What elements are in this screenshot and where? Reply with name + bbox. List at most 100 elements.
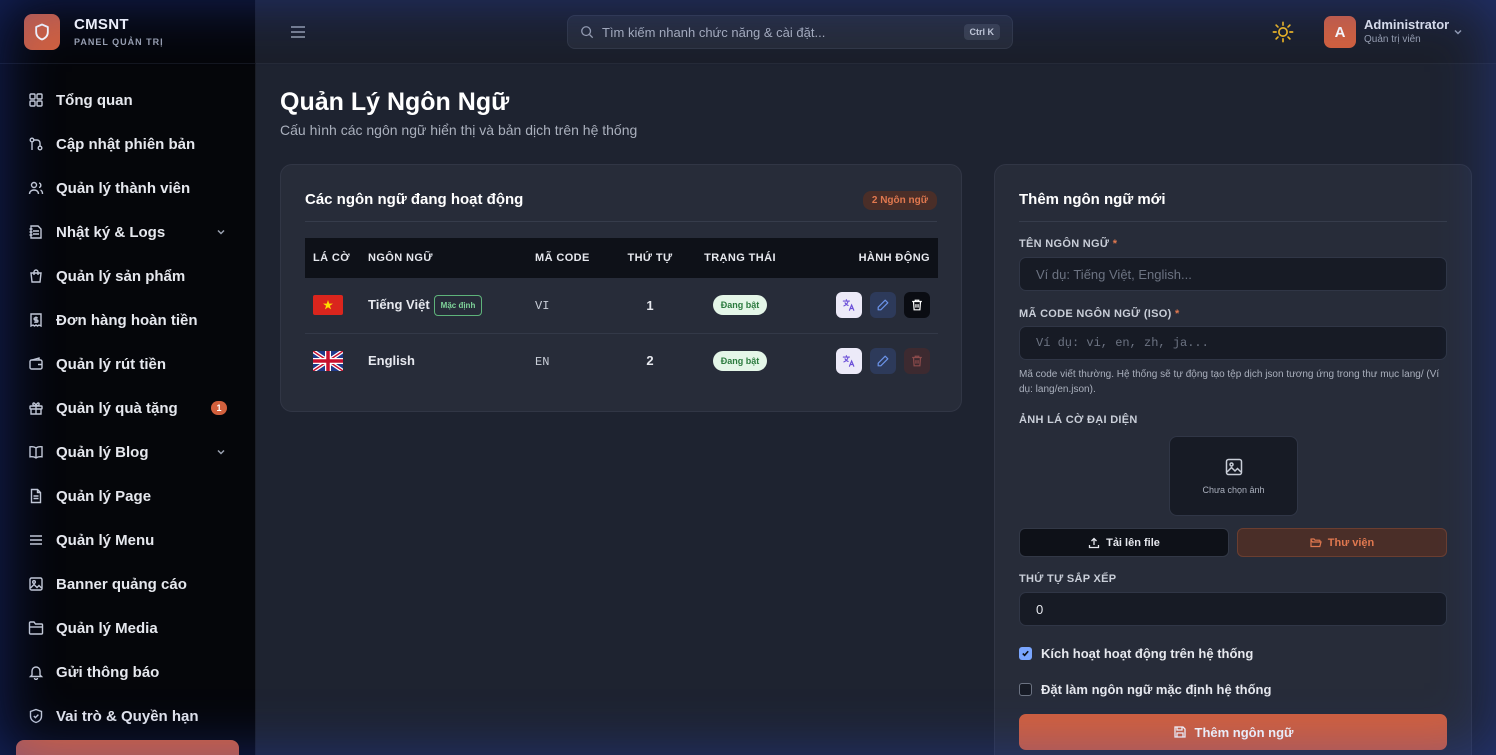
translate-button[interactable]: [836, 347, 862, 374]
sidebar-item-members[interactable]: Quản lý thành viên: [0, 166, 255, 210]
language-code: EN: [535, 354, 550, 369]
user-role: Quản trị viên: [1364, 34, 1421, 45]
pencil-icon: [877, 299, 889, 311]
search-placeholder: Tìm kiếm nhanh chức năng & cài đặt...: [602, 24, 826, 40]
order-input[interactable]: [1019, 592, 1447, 626]
wallet-icon: [29, 357, 43, 370]
sidebar-item-update[interactable]: Cập nhật phiên bản: [0, 122, 255, 166]
flag-preview[interactable]: Chưa chọn ảnh: [1169, 436, 1298, 516]
divider: [1019, 221, 1447, 222]
gift-icon: [29, 402, 43, 415]
sidebar-item-label: Banner quảng cáo: [56, 575, 187, 593]
sidebar-item-notify[interactable]: Gửi thông báo: [0, 650, 255, 694]
topbar: Tìm kiếm nhanh chức năng & cài đặt... Ct…: [256, 0, 1496, 64]
table-row: English EN 2 Đang bật: [305, 333, 938, 388]
default-checkbox-row[interactable]: Đặt làm ngôn ngữ mặc định hệ thống: [1019, 682, 1271, 697]
menu-icon: [30, 535, 42, 545]
form-title: Thêm ngôn ngữ mới: [1019, 191, 1166, 208]
search-shortcut: Ctrl K: [963, 24, 1000, 40]
brand-logo-shield-icon: [24, 13, 60, 50]
hamburger-icon[interactable]: [290, 24, 306, 40]
activate-checkbox[interactable]: [1019, 647, 1032, 660]
activate-checkbox-row[interactable]: Kích hoạt hoạt động trên hệ thống: [1019, 646, 1253, 661]
sidebar-item-overview[interactable]: Tổng quan: [0, 78, 255, 122]
code-label: MÃ CODE NGÔN NGỮ (ISO) *: [1019, 308, 1180, 320]
sidebar-item-withdraw[interactable]: Quản lý rút tiền: [0, 342, 255, 386]
library-label: Thư viện: [1327, 536, 1375, 549]
language-code-input[interactable]: [1019, 326, 1447, 360]
brand[interactable]: CMSNT PANEL QUẢN TRỊ: [0, 0, 255, 64]
language-order: 1: [646, 297, 654, 313]
check-icon: [1022, 650, 1029, 657]
language-count-badge: 2 Ngôn ngữ: [862, 191, 937, 210]
book-icon: [29, 445, 43, 459]
sidebar-item-logs[interactable]: Nhật ký & Logs: [0, 210, 255, 254]
brand-subtitle: PANEL QUẢN TRỊ: [74, 37, 164, 47]
sidebar-item-products[interactable]: Quản lý sản phẩm: [0, 254, 255, 298]
sidebar-item-blog[interactable]: Quản lý Blog: [0, 430, 255, 474]
sidebar-item-active[interactable]: [16, 740, 239, 755]
code-label-text: MÃ CODE NGÔN NGỮ (ISO): [1019, 308, 1172, 320]
search-bar[interactable]: Tìm kiếm nhanh chức năng & cài đặt... Ct…: [567, 15, 1013, 49]
edit-button[interactable]: [870, 347, 896, 374]
language-name: English: [368, 353, 415, 369]
sun-icon[interactable]: [1272, 21, 1294, 43]
sidebar-item-banner[interactable]: Banner quảng cáo: [0, 562, 255, 606]
page-title: Quản Lý Ngôn Ngữ: [280, 88, 510, 116]
delete-button[interactable]: [904, 292, 930, 319]
upload-file-button[interactable]: Tải lên file: [1019, 528, 1229, 557]
flag-empty-text: Chưa chọn ảnh: [1202, 485, 1265, 495]
flag-label: ẢNH LÁ CỜ ĐẠI DIỆN: [1019, 414, 1138, 426]
translate-button[interactable]: [836, 292, 862, 319]
user-name[interactable]: Administrator: [1364, 17, 1449, 32]
sidebar-item-label: Cập nhật phiên bản: [56, 135, 196, 153]
sidebar-item-roles[interactable]: Vai trò & Quyền hạn: [0, 694, 255, 738]
delete-button-disabled[interactable]: [904, 347, 930, 374]
chevron-down-icon: [217, 229, 225, 235]
grid-icon: [29, 93, 43, 107]
activate-label: Kích hoạt hoạt động trên hệ thống: [1041, 646, 1254, 661]
trash-icon: [912, 355, 922, 367]
folder-open-icon: [1310, 537, 1322, 547]
column-header-status: TRẠNG THÁI: [704, 252, 776, 264]
trash-icon: [912, 299, 922, 311]
sidebar-item-label: Quản lý sản phẩm: [56, 267, 186, 285]
sidebar-item-refunds[interactable]: Đơn hàng hoàn tiền: [0, 298, 255, 342]
name-label-text: TÊN NGÔN NGỮ: [1019, 238, 1110, 250]
column-header-code: MÃ CODE: [535, 252, 590, 264]
users-icon: [28, 181, 44, 195]
image-icon: [1225, 458, 1242, 476]
sidebar-item-label: Đơn hàng hoàn tiền: [56, 311, 198, 329]
divider: [305, 221, 937, 222]
language-name-input[interactable]: [1019, 257, 1447, 291]
library-button[interactable]: Thư viện: [1237, 528, 1447, 557]
receipt-icon: [30, 313, 42, 328]
name-label: TÊN NGÔN NGỮ *: [1019, 238, 1117, 250]
log-icon: [29, 225, 42, 239]
code-hint: Mã code viết thường. Hệ thống sẽ tự động…: [1019, 369, 1440, 395]
avatar[interactable]: A: [1324, 16, 1356, 48]
sidebar-item-pages[interactable]: Quản lý Page: [0, 474, 255, 518]
sidebar-item-media[interactable]: Quản lý Media: [0, 606, 255, 650]
default-badge: Mặc định: [433, 294, 483, 316]
sidebar-item-label: Quản lý quà tặng: [56, 399, 178, 417]
upload-file-label: Tải lên file: [1106, 536, 1160, 549]
sidebar-item-label: Quản lý thành viên: [56, 179, 191, 197]
sidebar-item-gifts[interactable]: Quản lý quà tặng 1: [0, 386, 255, 430]
column-header-language: NGÔN NGỮ: [368, 252, 433, 264]
column-header-flag: LÁ CỜ: [313, 252, 351, 264]
save-icon: [1173, 726, 1186, 738]
add-language-button[interactable]: Thêm ngôn ngữ: [1019, 714, 1447, 750]
bag-icon: [30, 269, 42, 283]
sidebar-item-menu[interactable]: Quản lý Menu: [0, 518, 255, 562]
bell-icon: [28, 666, 44, 680]
language-order: 2: [646, 353, 654, 369]
upload-icon: [1088, 537, 1100, 548]
sidebar-item-label: Quản lý Page: [56, 487, 152, 505]
default-checkbox[interactable]: [1019, 683, 1032, 696]
vietnam-flag-icon: [313, 295, 343, 316]
chevron-down-icon[interactable]: [1452, 26, 1464, 38]
edit-button[interactable]: [870, 292, 896, 319]
table-row: Tiếng Việt Mặc định VI 1 Đang bật: [305, 278, 938, 334]
language-code: VI: [535, 299, 550, 314]
